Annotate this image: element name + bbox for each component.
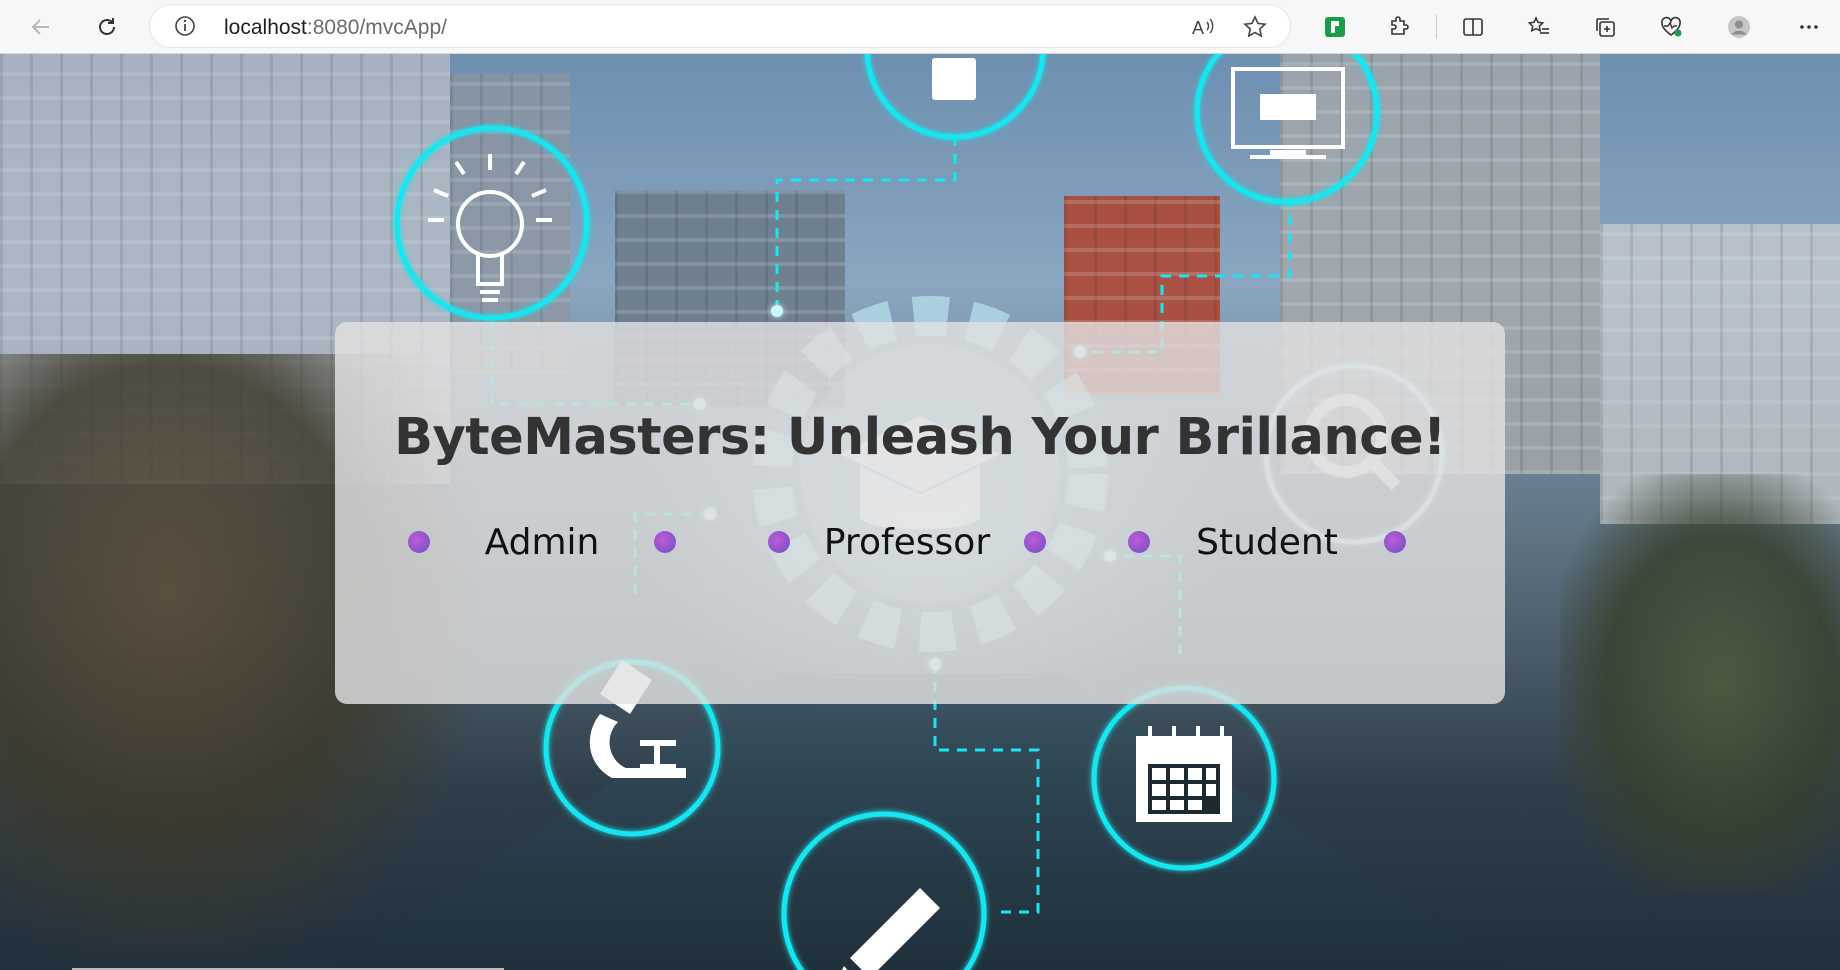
role-dot-left [408,531,430,553]
split-screen-button[interactable] [1454,8,1492,46]
role-selector: Admin Professor Student [335,512,1505,572]
role-dot-left [768,531,790,553]
role-student-label: Student [1196,521,1338,563]
role-admin-label: Admin [484,521,600,563]
puzzle-icon [1391,16,1409,35]
profile-avatar-icon [1728,16,1750,38]
heart-pulse-icon [1661,16,1682,37]
url-path: :8080/mvcApp/ [306,16,447,39]
role-professor-label: Professor [823,521,991,563]
more-dots-icon [1800,25,1818,29]
info-icon[interactable] [174,15,196,37]
back-button[interactable] [22,8,60,46]
hero-card: ByteMasters: Unleash Your Brillance! Adm… [335,322,1505,704]
clipboard-icon [932,58,976,100]
calendar-icon [1136,726,1232,822]
role-admin-button[interactable]: Admin [408,512,676,572]
read-aloud-icon[interactable]: A [1190,14,1216,40]
extension-app-button[interactable] [1316,8,1354,46]
profile-button[interactable] [1720,8,1758,46]
role-professor-button[interactable]: Professor [768,512,1046,572]
address-bar[interactable]: localhost:8080/mvcApp/ A [150,5,1290,47]
role-dot-right [1024,531,1046,553]
monitor-icon [1231,67,1345,159]
back-arrow-icon [31,19,49,35]
browser-essentials-button[interactable] [1652,8,1690,46]
reload-icon [99,18,115,35]
role-dot-left [1128,531,1150,553]
url-text: localhost:8080/mvcApp/ [224,16,447,40]
pencil-icon [842,888,940,970]
favorites-button[interactable] [1520,8,1558,46]
collections-button[interactable] [1586,8,1624,46]
favorites-list-icon [1527,16,1549,34]
star-icon[interactable] [1242,14,1268,40]
url-host: localhost [224,16,307,39]
role-dot-right [653,531,676,553]
lightbulb-icon [428,154,552,302]
browser-toolbar: localhost:8080/mvcApp/ A [0,0,1840,54]
svg-text:A: A [1192,18,1204,38]
extensions-button[interactable] [1380,8,1418,46]
menu-button[interactable] [1790,8,1828,46]
role-dot-right [1384,531,1406,553]
role-student-button[interactable]: Student [1128,512,1406,572]
collections-icon [1596,18,1615,37]
green-extension-icon [1325,17,1345,37]
reload-button[interactable] [88,8,126,46]
hero-title: ByteMasters: Unleash Your Brillance! [394,408,1446,467]
toolbar-separator [1436,15,1437,39]
page-body: ByteMasters: Unleash Your Brillance! Adm… [0,54,1840,970]
split-screen-icon [1463,18,1483,36]
